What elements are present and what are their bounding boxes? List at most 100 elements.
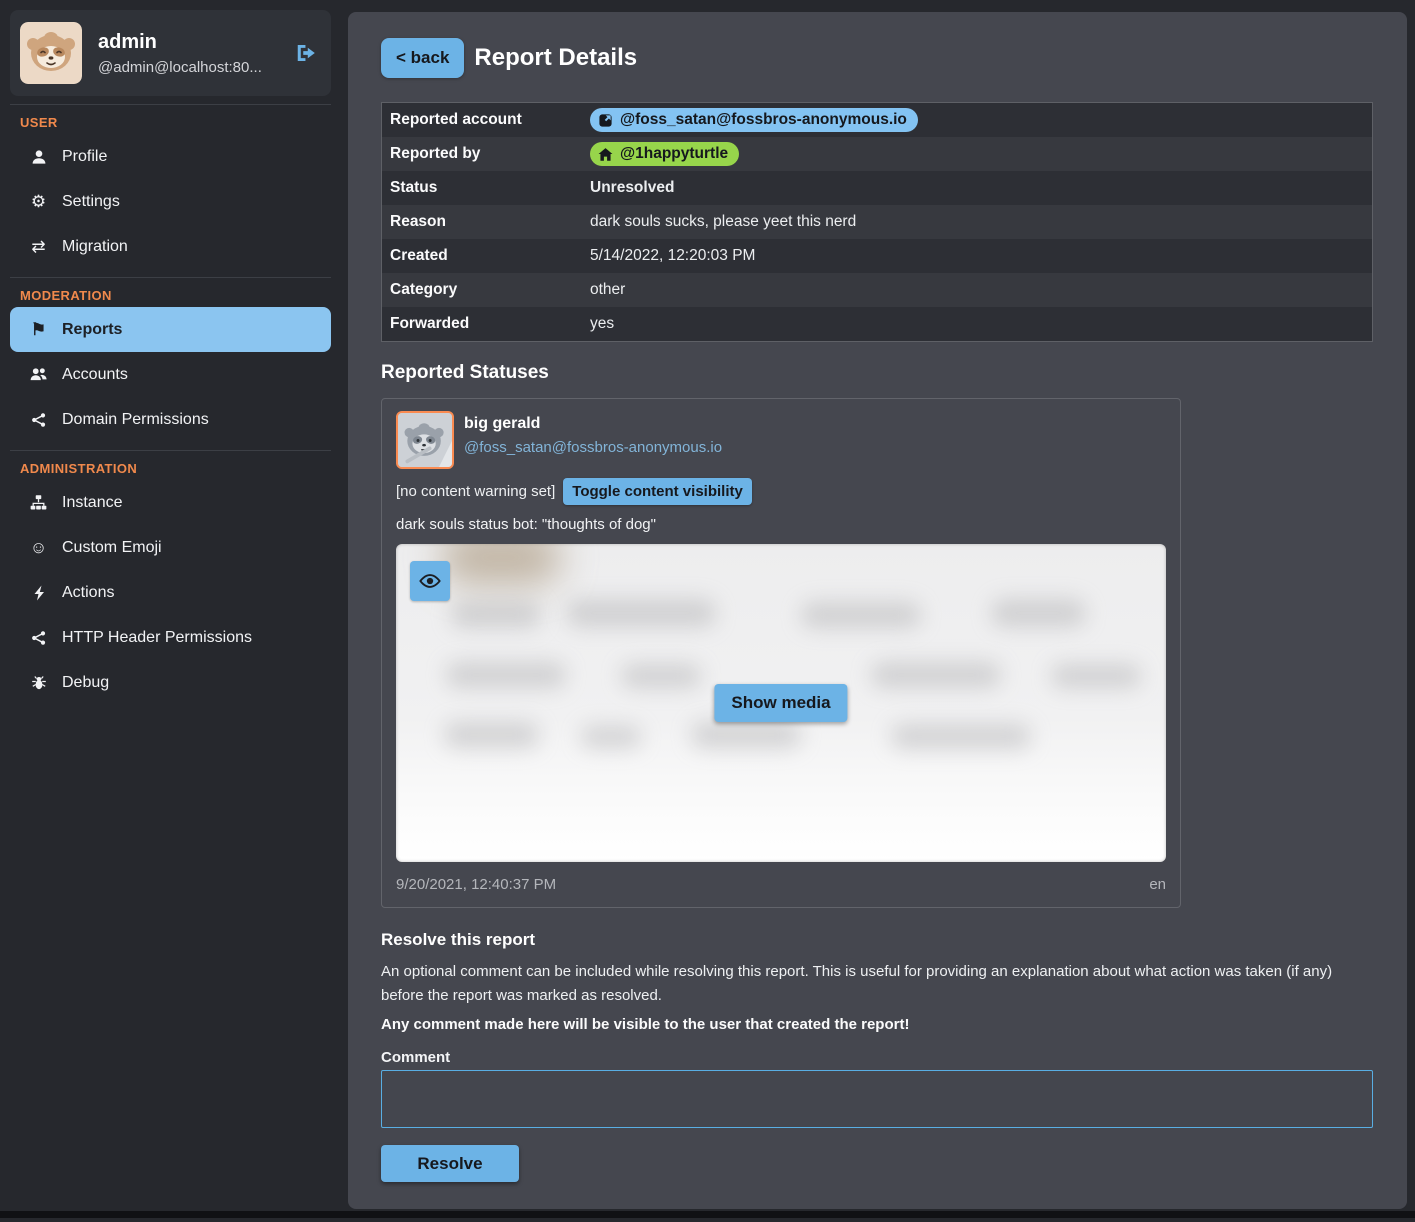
- status-author-name: big gerald: [464, 415, 722, 433]
- sidebar-item-debug[interactable]: Debug: [10, 660, 331, 705]
- sidebar-item-label: Settings: [62, 193, 120, 211]
- logout-button[interactable]: [295, 42, 317, 64]
- blur-blob: [801, 602, 921, 628]
- sidebar-item-domain-permissions[interactable]: Domain Permissions: [10, 397, 331, 442]
- status-footer: 9/20/2021, 12:40:37 PM en: [396, 876, 1166, 893]
- bottom-strip: [0, 1211, 1415, 1218]
- divider: [10, 277, 331, 278]
- user-card: admin @admin@localhost:80...: [10, 10, 331, 96]
- page-header: < back Report Details: [381, 38, 1374, 78]
- blur-blob: [1051, 664, 1141, 688]
- category-value: other: [590, 281, 1372, 299]
- blur-blob: [991, 599, 1086, 627]
- sidebar-item-profile[interactable]: Profile: [10, 134, 331, 179]
- table-row: Category other: [382, 273, 1372, 307]
- row-label: Reason: [390, 213, 590, 231]
- sidebar-item-label: Custom Emoji: [62, 539, 162, 557]
- report-details-table: Reported account @foss_satan@fossbros-an…: [381, 102, 1373, 342]
- reported-by-pill[interactable]: @1happyturtle: [590, 142, 739, 166]
- row-label: Forwarded: [390, 315, 590, 333]
- table-row: Forwarded yes: [382, 307, 1372, 341]
- sidebar-item-label: Reports: [62, 321, 122, 339]
- resolve-warning: Any comment made here will be visible to…: [381, 1016, 1374, 1033]
- sidebar-item-actions[interactable]: Actions: [10, 570, 331, 615]
- sidebar-item-reports[interactable]: ⚑ Reports: [10, 307, 331, 352]
- user-icon: [28, 149, 49, 165]
- status-author-meta: big gerald @foss_satan@fossbros-anonymou…: [464, 411, 722, 469]
- sidebar-item-label: Actions: [62, 584, 114, 602]
- row-label: Created: [390, 247, 590, 265]
- blur-blob: [566, 599, 716, 627]
- flag-icon: ⚑: [28, 321, 49, 338]
- resolve-heading: Resolve this report: [381, 930, 1374, 950]
- status-timestamp: 9/20/2021, 12:40:37 PM: [396, 876, 556, 893]
- blur-blob: [691, 722, 801, 748]
- reported-account-handle: @foss_satan@fossbros-anonymous.io: [620, 111, 907, 129]
- sidebar-item-label: Domain Permissions: [62, 411, 209, 429]
- hide-media-button[interactable]: [410, 561, 450, 601]
- show-media-button[interactable]: Show media: [714, 684, 847, 722]
- blur-blob: [446, 662, 566, 688]
- user-handle: @admin@localhost:80...: [98, 59, 279, 76]
- bug-icon: [28, 675, 49, 691]
- reason-value: dark souls sucks, please yeet this nerd: [590, 213, 1372, 231]
- sign-out-icon: [295, 42, 317, 64]
- user-meta: admin @admin@localhost:80...: [98, 31, 279, 76]
- blur-blob: [441, 544, 561, 585]
- reported-account-pill[interactable]: @foss_satan@fossbros-anonymous.io: [590, 108, 918, 132]
- blur-blob: [444, 722, 539, 748]
- divider: [10, 104, 331, 105]
- page-title: Report Details: [474, 44, 637, 72]
- comment-textarea[interactable]: [381, 1070, 1373, 1128]
- content-warning-row: [no content warning set] Toggle content …: [396, 478, 1166, 505]
- status-language-tag: en: [1149, 876, 1166, 893]
- toggle-content-visibility-button[interactable]: Toggle content visibility: [563, 478, 752, 505]
- sidebar-section-administration: ADMINISTRATION: [20, 461, 331, 476]
- resolve-button[interactable]: Resolve: [381, 1145, 519, 1182]
- sidebar-item-label: HTTP Header Permissions: [62, 629, 252, 647]
- user-name: admin: [98, 31, 279, 54]
- created-value: 5/14/2022, 12:20:03 PM: [590, 247, 1372, 265]
- sidebar-item-instance[interactable]: Instance: [10, 480, 331, 525]
- sidebar-item-custom-emoji[interactable]: ☺ Custom Emoji: [10, 525, 331, 570]
- row-label: Reported by: [390, 145, 590, 163]
- smiley-icon: ☺: [28, 539, 49, 556]
- external-link-icon: [598, 113, 613, 128]
- admin-avatar: [20, 22, 82, 84]
- row-label: Category: [390, 281, 590, 299]
- sidebar-section-moderation: MODERATION: [20, 288, 331, 303]
- blurred-media-attachment: Show media: [396, 544, 1166, 862]
- table-row: Reported account @foss_satan@fossbros-an…: [382, 103, 1372, 137]
- sidebar-item-label: Debug: [62, 674, 109, 692]
- status-author-handle-link[interactable]: @foss_satan@fossbros-anonymous.io: [464, 439, 722, 456]
- gears-icon: ⚙: [28, 193, 49, 210]
- blur-blob: [451, 602, 541, 628]
- back-button[interactable]: < back: [381, 38, 464, 78]
- share-nodes-icon: [28, 412, 49, 428]
- status-value: Unresolved: [590, 179, 1372, 197]
- sidebar-item-label: Instance: [62, 494, 122, 512]
- sidebar-item-label: Accounts: [62, 366, 128, 384]
- reporter-handle: @1happyturtle: [620, 145, 728, 163]
- blur-blob: [581, 726, 641, 748]
- table-row: Reason dark souls sucks, please yeet thi…: [382, 205, 1372, 239]
- blur-blob: [621, 664, 701, 688]
- row-label: Reported account: [390, 111, 590, 129]
- row-label: Status: [390, 179, 590, 197]
- sidebar-item-accounts[interactable]: Accounts: [10, 352, 331, 397]
- blur-blob: [891, 724, 1031, 749]
- transfer-arrows-icon: ⇄: [28, 238, 49, 255]
- status-header: big gerald @foss_satan@fossbros-anonymou…: [396, 411, 1166, 469]
- sidebar-item-settings[interactable]: ⚙ Settings: [10, 179, 331, 224]
- table-row: Created 5/14/2022, 12:20:03 PM: [382, 239, 1372, 273]
- forwarded-value: yes: [590, 315, 1372, 333]
- app-layout: admin @admin@localhost:80... USER Profil…: [0, 0, 1415, 1222]
- sidebar-item-http-header-permissions[interactable]: HTTP Header Permissions: [10, 615, 331, 660]
- blur-blob: [871, 662, 1001, 688]
- sidebar-item-migration[interactable]: ⇄ Migration: [10, 224, 331, 269]
- status-author-avatar: [396, 411, 454, 469]
- reported-statuses-heading: Reported Statuses: [381, 362, 1374, 384]
- bolt-icon: [28, 585, 49, 601]
- sidebar: admin @admin@localhost:80... USER Profil…: [0, 0, 348, 1222]
- report-details-panel: < back Report Details Reported account @…: [348, 12, 1407, 1209]
